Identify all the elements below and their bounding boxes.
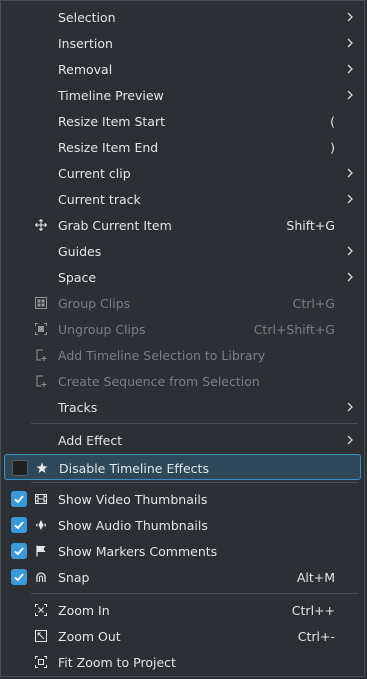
audio-icon [34,518,48,532]
checkbox-checked[interactable] [11,491,27,507]
menu-item-ungroup-clips: Ungroup Clips Ctrl+Shift+G [4,316,361,342]
menu-item-label: Zoom Out [58,629,121,644]
menu-item-timeline-preview[interactable]: Timeline Preview [4,82,361,108]
menu-separator [31,482,358,483]
chevron-right-icon [347,194,353,204]
chevron-right-icon [347,90,353,100]
star-icon [35,461,49,475]
menu-item-selection[interactable]: Selection [4,4,361,30]
film-icon [34,492,48,506]
menu-item-snap[interactable]: Snap Alt+M [4,564,361,590]
menu-item-label: Zoom In [58,603,110,618]
menu-item-shortcut: Ctrl++ [291,603,335,618]
chevron-right-icon [347,435,353,445]
menu-item-shortcut: Alt+M [296,570,335,585]
ungroup-icon [34,322,48,336]
menu-item-shortcut: ( [330,114,335,129]
menu-item-show-video-thumbnails[interactable]: Show Video Thumbnails [4,486,361,512]
menu-item-label: Disable Timeline Effects [59,461,209,476]
menu-item-label: Fit Zoom to Project [58,655,176,670]
menu-item-label: Guides [58,244,102,259]
menu-item-label: Timeline Preview [58,88,164,103]
menu-item-removal[interactable]: Removal [4,56,361,82]
menu-item-current-clip[interactable]: Current clip [4,160,361,186]
menu-item-label: Create Sequence from Selection [58,374,260,389]
chevron-right-icon [347,246,353,256]
menu-item-resize-item-end[interactable]: Resize Item End ) [4,134,361,160]
menu-item-create-sequence: Create Sequence from Selection [4,368,361,394]
menu-item-zoom-in[interactable]: Zoom In Ctrl++ [4,597,361,623]
chevron-right-icon [347,272,353,282]
menu-item-label: Resize Item Start [58,114,165,129]
menu-item-guides[interactable]: Guides [4,238,361,264]
menu-item-space[interactable]: Space [4,264,361,290]
zoom-in-icon [34,603,48,617]
menu-item-grab-current-item[interactable]: Grab Current Item Shift+G [4,212,361,238]
menu-item-show-markers-comments[interactable]: Show Markers Comments [4,538,361,564]
chevron-right-icon [347,38,353,48]
menu-item-insertion[interactable]: Insertion [4,30,361,56]
checkbox-checked[interactable] [11,517,27,533]
menu-item-label: Current track [58,192,141,207]
menu-item-label: Tracks [58,400,98,415]
zoom-out-icon [34,629,48,643]
menu-item-label: Show Video Thumbnails [58,492,208,507]
menu-item-label: Selection [58,10,116,25]
menu-item-group-clips: Group Clips Ctrl+G [4,290,361,316]
menu-item-shortcut: Ctrl+- [297,629,335,644]
zoom-fit-icon [34,655,48,669]
menu-item-label: Add Effect [58,433,123,448]
chevron-right-icon [347,12,353,22]
checkmark-icon [14,547,24,556]
menu-item-resize-item-start[interactable]: Resize Item Start ( [4,108,361,134]
menu-item-tracks[interactable]: Tracks [4,394,361,420]
menu-item-label: Resize Item End [58,140,159,155]
menu-item-shortcut: ) [330,140,335,155]
add-library-icon [34,348,48,362]
move-icon [34,218,48,232]
chevron-right-icon [347,168,353,178]
checkbox-checked[interactable] [11,569,27,585]
magnet-icon [34,570,48,584]
checkbox-checked[interactable] [11,543,27,559]
menu-item-shortcut: Shift+G [286,218,335,233]
menu-item-label: Grab Current Item [58,218,172,233]
menu-item-label: Ungroup Clips [58,322,146,337]
menu-item-label: Show Markers Comments [58,544,218,559]
menu-item-label: Current clip [58,166,131,181]
add-library-icon [34,374,48,388]
menu-item-label: Removal [58,62,113,77]
menu-item-disable-timeline-effects[interactable]: Disable Timeline Effects [4,454,361,480]
menu-item-zoom-out[interactable]: Zoom Out Ctrl+- [4,623,361,649]
flag-icon [34,544,48,558]
menu-item-label: Snap [58,570,90,585]
checkmark-icon [14,521,24,530]
chevron-right-icon [347,402,353,412]
menu-item-shortcut: Ctrl+G [292,296,335,311]
menu-separator [31,423,358,424]
timeline-context-menu: Selection Insertion Removal Timeline Pre… [0,0,365,677]
menu-item-shortcut: Ctrl+Shift+G [253,322,335,337]
group-icon [34,296,48,310]
menu-item-fit-zoom-to-project[interactable]: Fit Zoom to Project [4,649,361,675]
chevron-right-icon [347,64,353,74]
menu-item-label: Insertion [58,36,113,51]
menu-item-label: Space [58,270,97,285]
menu-separator [31,593,358,594]
checkmark-icon [14,573,24,582]
menu-item-add-effect[interactable]: Add Effect [4,427,361,453]
menu-item-label: Group Clips [58,296,131,311]
checkmark-icon [14,495,24,504]
checkbox-unchecked[interactable] [12,460,28,476]
menu-item-add-selection-to-library: Add Timeline Selection to Library [4,342,361,368]
menu-item-label: Add Timeline Selection to Library [58,348,266,363]
menu-item-show-audio-thumbnails[interactable]: Show Audio Thumbnails [4,512,361,538]
menu-item-label: Show Audio Thumbnails [58,518,208,533]
menu-item-current-track[interactable]: Current track [4,186,361,212]
